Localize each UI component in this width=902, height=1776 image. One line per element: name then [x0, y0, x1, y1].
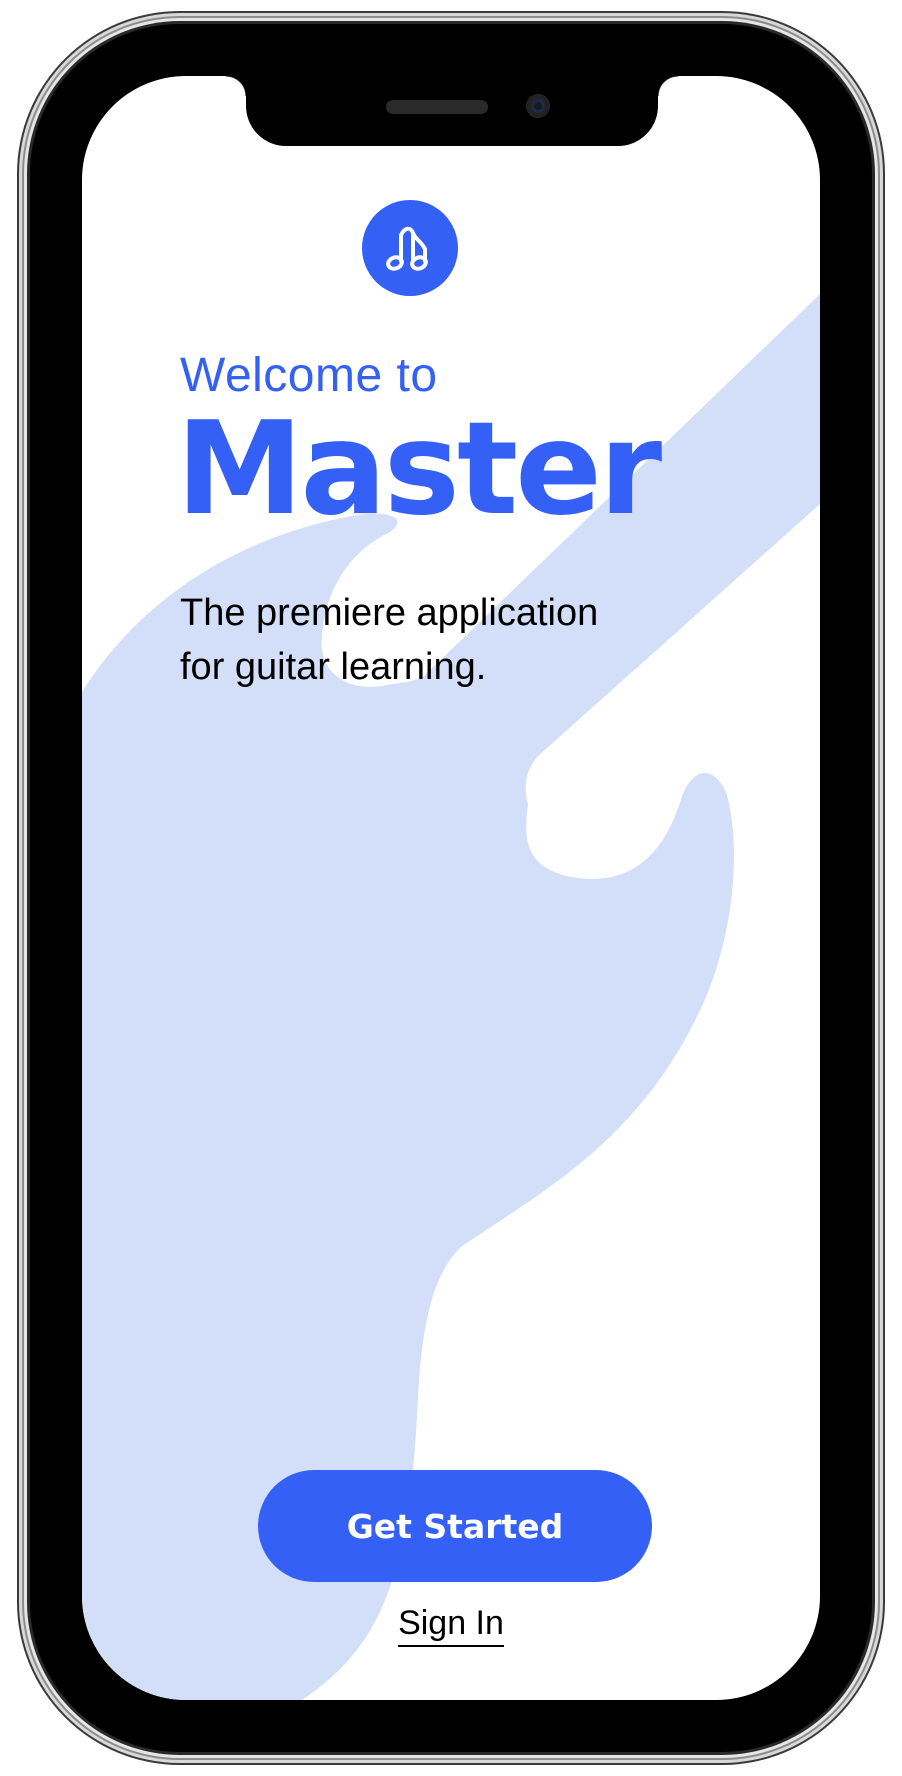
music-note-icon — [386, 226, 428, 271]
notch — [226, 76, 678, 146]
volume-down-button — [18, 478, 30, 590]
app-logo — [362, 200, 458, 296]
tagline: The premiere application for guitar lear… — [180, 586, 680, 694]
sign-in-link-container: Sign In — [349, 1604, 553, 1647]
mute-switch — [18, 230, 30, 288]
phone-frame: Welcome to Master The premiere applicati… — [30, 24, 872, 1752]
tagline-line-1: The premiere application — [180, 592, 599, 634]
get-started-button[interactable]: Get Started — [258, 1470, 652, 1582]
app-title: Master — [176, 395, 662, 544]
sign-in-link[interactable]: Sign In — [398, 1604, 504, 1647]
guitar-background-illustration — [82, 294, 820, 1700]
tagline-line-2: for guitar learning. — [180, 646, 487, 688]
front-camera — [526, 94, 550, 118]
phone-screen: Welcome to Master The premiere applicati… — [82, 76, 820, 1700]
volume-up-button — [18, 338, 30, 450]
earpiece-speaker — [386, 100, 488, 114]
page: Welcome to Master The premiere applicati… — [0, 0, 902, 1776]
